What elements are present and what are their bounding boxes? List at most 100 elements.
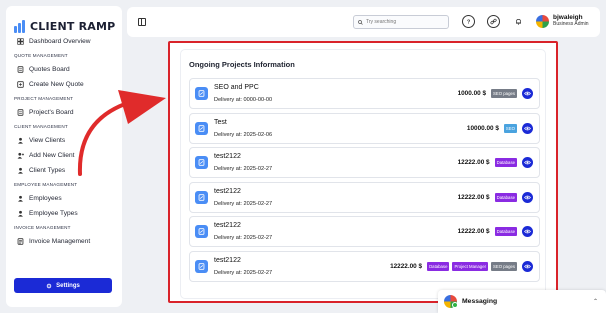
project-tag-badge: SEO pages — [491, 261, 517, 271]
brand-name: CLIENT RAMP — [30, 19, 116, 33]
board-icon — [17, 66, 24, 73]
sidebar-item-label: Quotes Board — [29, 66, 70, 73]
project-meta: 12222.00 $ Database Project Manager SEO pag… — [390, 260, 533, 272]
sidebar-item-employee-types[interactable]: Employee Types — [6, 206, 122, 221]
user-menu[interactable]: bjwaleigh Business Admin — [536, 14, 589, 28]
project-price: 12222.00 $ — [457, 159, 490, 166]
nav-section-heading: QUOTE MANAGEMENT — [14, 53, 68, 58]
project-delivery-date: Delivery at: 2025-02-06 — [214, 131, 273, 138]
link-icon[interactable] — [487, 15, 500, 28]
invoice-icon — [17, 238, 24, 245]
board-icon — [17, 109, 24, 116]
nav-section-heading: EMPLOYEE MANAGEMENT — [14, 182, 78, 187]
project-tag-badge: Database — [427, 261, 450, 271]
settings-button[interactable]: Settings — [14, 278, 112, 293]
avatar — [536, 14, 549, 28]
search-input[interactable] — [366, 19, 444, 25]
project-meta: 12222.00 $ Database — [457, 191, 533, 203]
project-file-icon — [195, 87, 208, 100]
project-meta: 12222.00 $ Database — [458, 226, 533, 237]
project-tag-badge: SEO pages — [491, 89, 517, 98]
user-name: bjwaleigh — [553, 14, 583, 21]
messaging-label: Messaging — [462, 298, 498, 305]
sidebar-item-employees[interactable]: Employees — [6, 191, 122, 206]
project-row[interactable]: test2122 Delivery at: 2025-02-27 12222.00 … — [189, 250, 540, 282]
project-price: 10000.00 $ — [466, 124, 499, 132]
sidebar-item-label: Employees — [29, 195, 62, 202]
project-price: 12222.00 $ — [457, 228, 490, 235]
project-row[interactable]: Test Delivery at: 2025-02-06 10000.00 $ SEO — [189, 112, 540, 144]
project-tag-badge: Database — [494, 158, 517, 167]
user-icon — [17, 167, 24, 174]
project-name: test2122 — [214, 153, 241, 160]
sidebar-item-dashboard-overview[interactable]: Dashboard Overview — [6, 34, 122, 49]
sidebar-item-label: Add New Client — [29, 152, 75, 159]
messaging-widget[interactable]: Messaging ⌃ — [438, 290, 606, 313]
project-name: test2122 — [214, 222, 241, 229]
project-file-icon — [195, 190, 208, 204]
logo-bars-icon — [14, 19, 27, 33]
plus-square-icon — [17, 81, 24, 88]
sidebar-item-invoice-management[interactable]: Invoice Management — [6, 234, 122, 249]
settings-label: Settings — [56, 282, 80, 289]
project-list: SEO and PPC Delivery at: 0000-00-00 1000.0… — [189, 78, 540, 285]
project-row[interactable]: test2122 Delivery at: 2025-02-27 12222.00 … — [189, 181, 540, 213]
project-price: 12222.00 $ — [390, 262, 423, 270]
top-header: ? bjwaleigh Business Admin — [127, 7, 600, 37]
view-eye-icon[interactable] — [522, 157, 533, 168]
project-price: 1000.00 $ — [457, 90, 487, 97]
nav-section-heading: INVOICE MANAGEMENT — [14, 225, 71, 230]
project-row[interactable]: test2122 Delivery at: 2025-02-27 12222.00 … — [189, 216, 540, 247]
project-name: SEO and PPC — [214, 84, 259, 91]
avatar — [444, 295, 458, 308]
gear-icon — [46, 283, 52, 288]
sidebar-item-label: Invoice Management — [29, 238, 91, 245]
search-icon — [358, 19, 363, 25]
projects-panel: Ongoing Projects Information SEO and PPC… — [168, 41, 558, 303]
view-eye-icon[interactable] — [522, 191, 533, 203]
project-file-icon — [195, 156, 208, 169]
user-icon — [17, 137, 24, 144]
sidebar-item-quotes-board[interactable]: Quotes Board — [6, 62, 122, 77]
view-eye-icon[interactable] — [522, 88, 533, 99]
user-icon — [17, 210, 24, 217]
chevron-up-icon[interactable]: ⌃ — [593, 298, 598, 305]
card-title: Ongoing Projects Information — [189, 60, 295, 69]
project-delivery-date: Delivery at: 2025-02-27 — [214, 166, 273, 172]
project-delivery-date: Delivery at: 2025-02-27 — [214, 269, 273, 276]
project-row[interactable]: SEO and PPC Delivery at: 0000-00-00 1000.0… — [189, 78, 540, 109]
project-meta: 10000.00 $ SEO — [466, 122, 533, 134]
user-plus-icon — [17, 152, 24, 159]
project-name: test2122 — [214, 187, 241, 195]
project-tag-badge: Database — [494, 227, 517, 236]
help-icon[interactable]: ? — [462, 15, 475, 28]
project-delivery-date: Delivery at: 2025-02-27 — [214, 235, 273, 241]
sidebar-item-label: Dashboard Overview — [29, 38, 91, 45]
project-meta: 1000.00 $ SEO pages — [458, 88, 533, 99]
grid-icon — [17, 38, 24, 45]
project-file-icon — [195, 225, 208, 238]
project-price: 12222.00 $ — [457, 193, 490, 201]
project-file-icon — [195, 259, 208, 273]
sidebar-item-label: View Clients — [29, 137, 66, 144]
project-row[interactable]: test2122 Delivery at: 2025-02-27 12222.00 … — [189, 147, 540, 178]
project-delivery-date: Delivery at: 2025-02-27 — [214, 200, 273, 207]
red-arrow-annotation — [77, 90, 166, 176]
view-eye-icon[interactable] — [522, 260, 533, 272]
project-name: test2122 — [214, 256, 241, 264]
view-eye-icon[interactable] — [522, 226, 533, 237]
view-eye-icon[interactable] — [522, 122, 533, 134]
project-tag-badge: Project Manager — [452, 261, 489, 271]
sidebar-toggle-icon[interactable] — [138, 18, 146, 26]
project-tag-badge: Database — [494, 192, 517, 202]
project-meta: 12222.00 $ Database — [458, 157, 533, 168]
sidebar-item-label: Employee Types — [29, 210, 78, 217]
project-delivery-date: Delivery at: 0000-00-00 — [214, 97, 273, 103]
search-box[interactable] — [353, 15, 449, 29]
project-name: Test — [214, 118, 227, 126]
ongoing-projects-card: Ongoing Projects Information SEO and PPC… — [180, 49, 546, 299]
project-file-icon — [195, 121, 208, 135]
user-role: Business Admin — [553, 21, 589, 27]
bell-icon[interactable] — [512, 15, 525, 28]
user-icon — [17, 195, 24, 202]
